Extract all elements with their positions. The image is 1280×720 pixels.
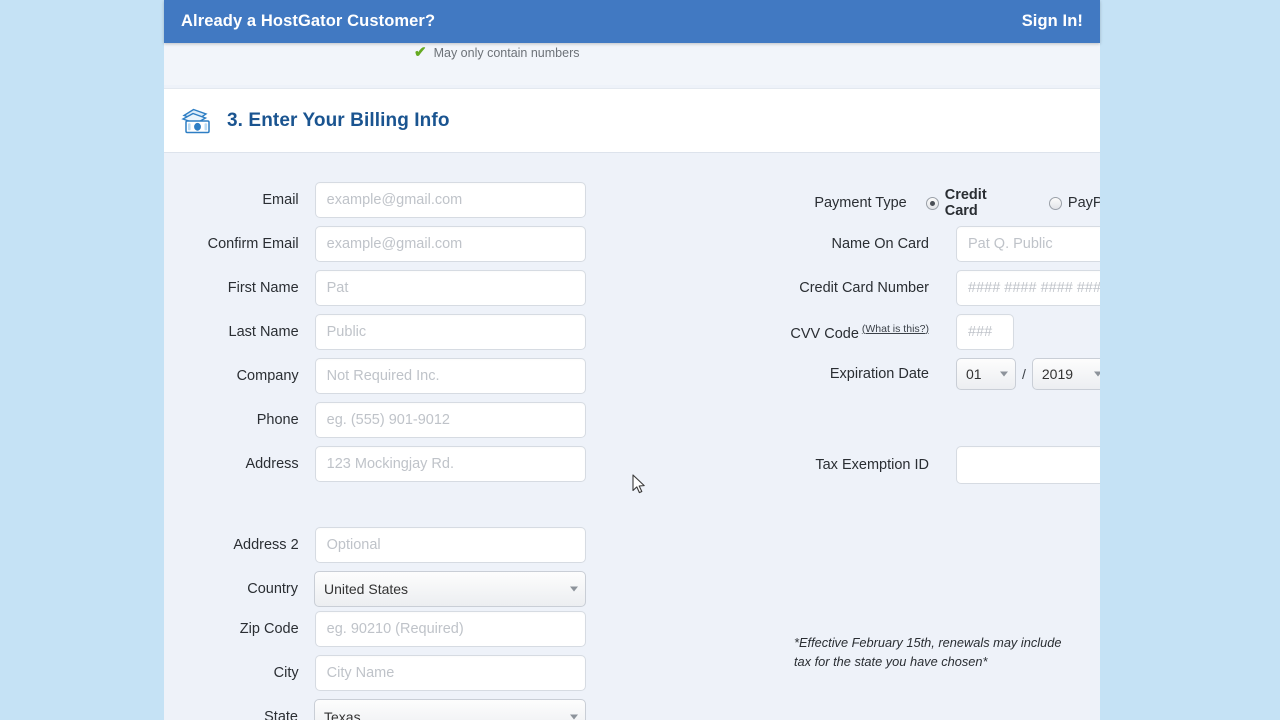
company-label: Company (236, 368, 299, 384)
phone-field[interactable] (314, 402, 586, 438)
payment-type-label: Payment Type (814, 195, 907, 211)
expiration-year-wrap: 2019 (1031, 358, 1100, 390)
address-field[interactable] (314, 446, 586, 482)
card-number-field[interactable] (956, 270, 1100, 306)
signin-bar-title: Already a HostGator Customer? (181, 12, 436, 30)
payment-type-radio-group: Credit Card PayPal (925, 187, 1100, 219)
field-row-city: City (164, 655, 586, 691)
sign-in-link[interactable]: Sign In! (1022, 12, 1083, 31)
field-row-address2: Address 2 (164, 527, 586, 563)
confirm-email-label: Confirm Email (207, 236, 299, 252)
field-row-tax-exemption: Tax Exemption ID (624, 446, 1100, 484)
country-label: Country (247, 581, 298, 597)
field-row-payment-type: Payment Type Credit Card PayPal (624, 187, 1100, 219)
email-label: Email (262, 192, 299, 208)
first-name-label: First Name (227, 280, 299, 296)
state-label: State (264, 709, 298, 720)
paypal-radio-label: PayPal (1067, 195, 1100, 211)
page-root: ✔ May only contain numbers 3. Enter Your… (0, 0, 1280, 720)
billing-section-header: 3. Enter Your Billing Info (164, 88, 1100, 153)
validation-message: ✔ May only contain numbers (414, 45, 579, 60)
email-field[interactable] (314, 182, 586, 218)
money-stack-icon (181, 108, 210, 133)
expiration-controls: 01 / 2019 (mm/yyyy) (956, 358, 1100, 390)
radio-option-credit-card[interactable]: Credit Card (925, 187, 1009, 219)
zip-field[interactable] (314, 611, 586, 647)
first-name-field[interactable] (314, 270, 586, 306)
field-row-cvv: CVV Code (What is this?) (624, 314, 1014, 350)
card-number-label: Credit Card Number (799, 280, 929, 296)
customer-signin-bar: Already a HostGator Customer? Sign In! (164, 0, 1100, 43)
expiration-label: Expiration Date (829, 366, 929, 382)
field-row-expiration: Expiration Date 01 / 2019 (624, 358, 1100, 390)
expiration-year-select[interactable]: 2019 (1031, 358, 1100, 390)
name-on-card-field[interactable] (956, 226, 1100, 262)
name-on-card-label: Name On Card (831, 236, 929, 252)
company-field[interactable] (314, 358, 586, 394)
address2-field[interactable] (314, 527, 586, 563)
radio-option-paypal[interactable]: PayPal (1048, 195, 1100, 211)
field-row-name-on-card: Name On Card (624, 226, 1100, 262)
expiration-month-select[interactable]: 01 (956, 358, 1016, 390)
address2-label: Address 2 (233, 537, 299, 553)
paypal-radio[interactable] (1048, 196, 1062, 210)
field-row-state: State Texas (164, 699, 586, 720)
last-name-label: Last Name (228, 324, 299, 340)
expiration-month-wrap: 01 (956, 358, 1016, 390)
cvv-label: CVV Code (790, 325, 859, 342)
city-field[interactable] (314, 655, 586, 691)
tax-exemption-label: Tax Exemption ID (815, 457, 929, 473)
field-row-zip: Zip Code (164, 611, 586, 647)
phone-label: Phone (256, 412, 299, 428)
credit-card-radio[interactable] (925, 196, 939, 210)
last-name-field[interactable] (314, 314, 586, 350)
page-title: 3. Enter Your Billing Info (227, 109, 450, 131)
cvv-help-link[interactable]: (What is this?) (862, 323, 929, 335)
field-row-address: Address (164, 446, 586, 482)
field-row-card-number: Credit Card Number (624, 270, 1100, 306)
credit-card-radio-label: Credit Card (944, 187, 987, 219)
field-row-first-name: First Name (164, 270, 586, 306)
field-row-company: Company (164, 358, 586, 394)
check-icon: ✔ (414, 44, 427, 61)
state-select[interactable]: Texas (314, 699, 586, 720)
field-row-phone: Phone (164, 402, 586, 438)
state-select-wrap: Texas (314, 699, 586, 720)
tax-exemption-field[interactable] (956, 446, 1100, 484)
billing-form: Email Confirm Email First Name Last Name (164, 154, 1100, 720)
validation-strip: ✔ May only contain numbers (164, 43, 1100, 85)
checkout-container: ✔ May only contain numbers 3. Enter Your… (164, 0, 1100, 720)
cvv-label-wrap: CVV Code (What is this?) (624, 323, 929, 342)
field-row-last-name: Last Name (164, 314, 586, 350)
field-row-email: Email (164, 182, 586, 218)
validation-message-text: May only contain numbers (433, 45, 580, 60)
cvv-field[interactable] (956, 314, 1014, 350)
address-label: Address (245, 456, 299, 472)
confirm-email-field[interactable] (314, 226, 586, 262)
expiration-separator: / (1022, 366, 1026, 382)
city-label: City (273, 665, 299, 681)
country-select[interactable]: United States (314, 571, 586, 607)
zip-label: Zip Code (239, 621, 299, 637)
country-select-wrap: United States (314, 571, 586, 607)
field-row-confirm-email: Confirm Email (164, 226, 586, 262)
tax-exemption-note: *Effective February 15th, renewals may i… (794, 635, 1062, 669)
field-row-country: Country United States (164, 571, 586, 607)
